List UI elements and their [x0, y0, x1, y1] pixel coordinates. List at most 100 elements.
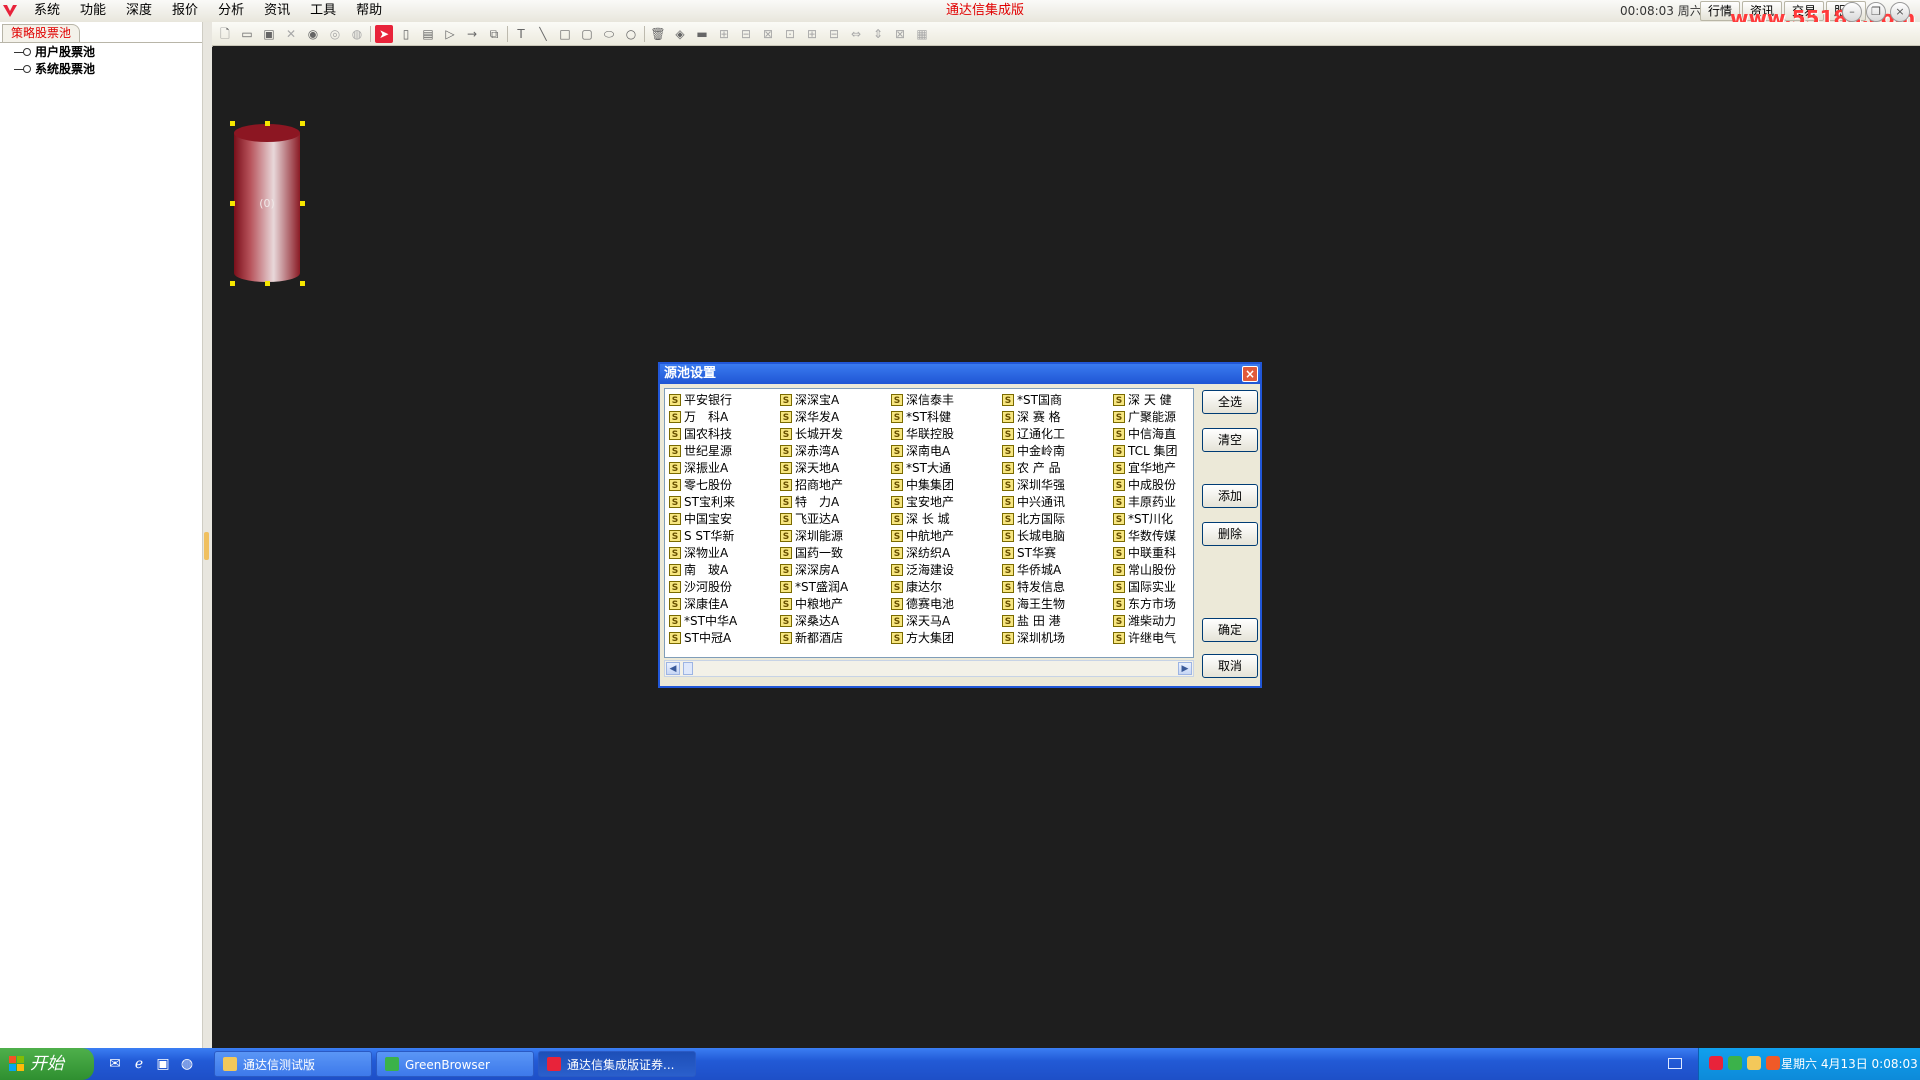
align-left-icon[interactable]: ⊞	[715, 25, 733, 43]
menu-function[interactable]: 功能	[70, 0, 116, 22]
stock-list-item[interactable]: S 深深房A	[776, 561, 886, 578]
stock-list-item[interactable]: SS ST华新	[665, 527, 775, 544]
stock-list-item[interactable]: S 许继电气	[1109, 629, 1193, 646]
stock-list-item[interactable]: S盐 田 港	[998, 612, 1108, 629]
resize-handle[interactable]	[300, 121, 305, 126]
copy-tool-icon[interactable]: ⧉	[485, 25, 503, 43]
fill-icon[interactable]: ◈	[671, 25, 689, 43]
stock-list-item[interactable]: S 中集集团	[887, 476, 997, 493]
tree-item-user-pool[interactable]: 用户股票池	[14, 44, 95, 60]
stock-list-item[interactable]: S 康达尔	[887, 578, 997, 595]
stock-list-item[interactable]: S *ST科健	[887, 408, 997, 425]
task-tdx-test[interactable]: 通达信测试版	[214, 1051, 372, 1077]
stock-list-item[interactable]: S 新都酒店	[776, 629, 886, 646]
minimize-icon[interactable]: –	[1842, 2, 1862, 22]
select-all-button[interactable]: 全选	[1202, 390, 1258, 414]
stock-list-item[interactable]: S 华联控股	[887, 425, 997, 442]
stock-list-item[interactable]: S 深康佳A	[665, 595, 775, 612]
close-icon[interactable]: ×	[1890, 2, 1910, 22]
rect-tool-icon[interactable]: □	[556, 25, 574, 43]
clear-button[interactable]: 清空	[1202, 428, 1258, 452]
stock-list-item[interactable]: S 长城开发	[776, 425, 886, 442]
align-right-icon[interactable]: ⊠	[759, 25, 777, 43]
stock-list-item[interactable]: S ST中冠A	[665, 629, 775, 646]
stock-list-item[interactable]: S 宜华地产	[1109, 459, 1193, 476]
restore-icon[interactable]: ❐	[1866, 2, 1886, 22]
stock-list-item[interactable]: S 中金岭南	[998, 442, 1108, 459]
text-tool-icon[interactable]: T	[512, 25, 530, 43]
scroll-right-icon[interactable]: ▶	[1178, 662, 1192, 675]
task-greenbrowser[interactable]: GreenBrowser	[376, 1051, 534, 1077]
save-icon[interactable]: ▣	[260, 25, 278, 43]
run-icon[interactable]: ◉	[304, 25, 322, 43]
pool-tool-icon[interactable]: ▯	[397, 25, 415, 43]
trash-icon[interactable]: 🗑	[649, 25, 667, 43]
stock-list-item[interactable]: S *ST川化	[1109, 510, 1193, 527]
stock-list-item[interactable]: S 辽通化工	[998, 425, 1108, 442]
stock-list-item[interactable]: S深 赛 格	[998, 408, 1108, 425]
stock-list-item[interactable]: S 国农科技	[665, 425, 775, 442]
play-tool-icon[interactable]: ▷	[441, 25, 459, 43]
stock-list-item[interactable]: S深 长 城	[887, 510, 997, 527]
add-button[interactable]: 添加	[1202, 484, 1258, 508]
resize-handle[interactable]	[230, 281, 235, 286]
stock-list-item[interactable]: S 深天地A	[776, 459, 886, 476]
circle-tool-icon[interactable]: ○	[622, 25, 640, 43]
stock-list-item[interactable]: S 深深宝A	[776, 391, 886, 408]
stock-list-item[interactable]: S 国际实业	[1109, 578, 1193, 595]
stock-list-item[interactable]: S 常山股份	[1109, 561, 1193, 578]
resize-handle[interactable]	[300, 281, 305, 286]
align-top-icon[interactable]: ⊡	[781, 25, 799, 43]
line-tool-icon[interactable]: ╲	[534, 25, 552, 43]
stock-list-item[interactable]: S 泛海建设	[887, 561, 997, 578]
stock-list-item[interactable]: S *ST中华A	[665, 612, 775, 629]
ie-icon[interactable]: ℯ	[130, 1055, 148, 1073]
delete-button[interactable]: 删除	[1202, 522, 1258, 546]
stock-list-item[interactable]: S 深桑达A	[776, 612, 886, 629]
tdx-tray-icon[interactable]	[1709, 1056, 1723, 1070]
qq-tray-icon[interactable]	[1747, 1056, 1761, 1070]
task-tdx-integrated[interactable]: 通达信集成版证券...	[538, 1051, 696, 1077]
stock-list-item[interactable]: S 平安银行	[665, 391, 775, 408]
open-folder-icon[interactable]: ▭	[238, 25, 256, 43]
same-size-icon[interactable]: ⊠	[891, 25, 909, 43]
resize-handle[interactable]	[265, 121, 270, 126]
stock-list-item[interactable]: S 深物业A	[665, 544, 775, 561]
tree-item-system-pool[interactable]: 系统股票池	[14, 61, 95, 77]
stock-list-item[interactable]: S 长城电脑	[998, 527, 1108, 544]
align-center-icon[interactable]: ⊟	[737, 25, 755, 43]
stock-list-item[interactable]: S南 玻A	[665, 561, 775, 578]
stock-list-item[interactable]: S 中国宝安	[665, 510, 775, 527]
app-logo-icon[interactable]	[2, 3, 18, 19]
pointer-tool-icon[interactable]: ➤	[375, 24, 393, 43]
outlook-icon[interactable]: ✉	[106, 1055, 124, 1073]
menu-tools[interactable]: 工具	[300, 0, 346, 22]
menu-system[interactable]: 系统	[24, 0, 70, 22]
new-file-icon[interactable]: 🗋	[216, 25, 234, 43]
grid-icon[interactable]: ▦	[913, 25, 931, 43]
network-tray-icon[interactable]	[1728, 1056, 1742, 1070]
stock-list-item[interactable]: S 东方市场	[1109, 595, 1193, 612]
resize-handle[interactable]	[230, 121, 235, 126]
stock-list-item[interactable]: S 广聚能源	[1109, 408, 1193, 425]
arrow-tool-icon[interactable]: →	[463, 25, 481, 43]
ok-button[interactable]: 确定	[1202, 618, 1258, 642]
browser-icon[interactable]: ◍	[178, 1055, 196, 1073]
stock-list-item[interactable]: S 中信海直	[1109, 425, 1193, 442]
stock-list-item[interactable]: S 中粮地产	[776, 595, 886, 612]
pause-icon[interactable]: ◎	[326, 25, 344, 43]
stock-list-item[interactable]: S 中联重科	[1109, 544, 1193, 561]
stock-list-item[interactable]: S 深华发A	[776, 408, 886, 425]
stock-list-item[interactable]: S 宝安地产	[887, 493, 997, 510]
stock-list-item[interactable]: S 深信泰丰	[887, 391, 997, 408]
stock-list-item[interactable]: S 零七股份	[665, 476, 775, 493]
round-rect-tool-icon[interactable]: ▢	[578, 25, 596, 43]
stock-list-item[interactable]: S深 天 健	[1109, 391, 1193, 408]
stock-list-item[interactable]: S 招商地产	[776, 476, 886, 493]
stock-list-item[interactable]: S 丰原药业	[1109, 493, 1193, 510]
show-desktop-icon[interactable]: ▣	[154, 1055, 172, 1073]
stock-list-item[interactable]: S 深圳机场	[998, 629, 1108, 646]
stock-list-item[interactable]: S万 科A	[665, 408, 775, 425]
stock-list-item[interactable]: S 华数传媒	[1109, 527, 1193, 544]
dialog-close-button[interactable]: ×	[1242, 366, 1258, 382]
